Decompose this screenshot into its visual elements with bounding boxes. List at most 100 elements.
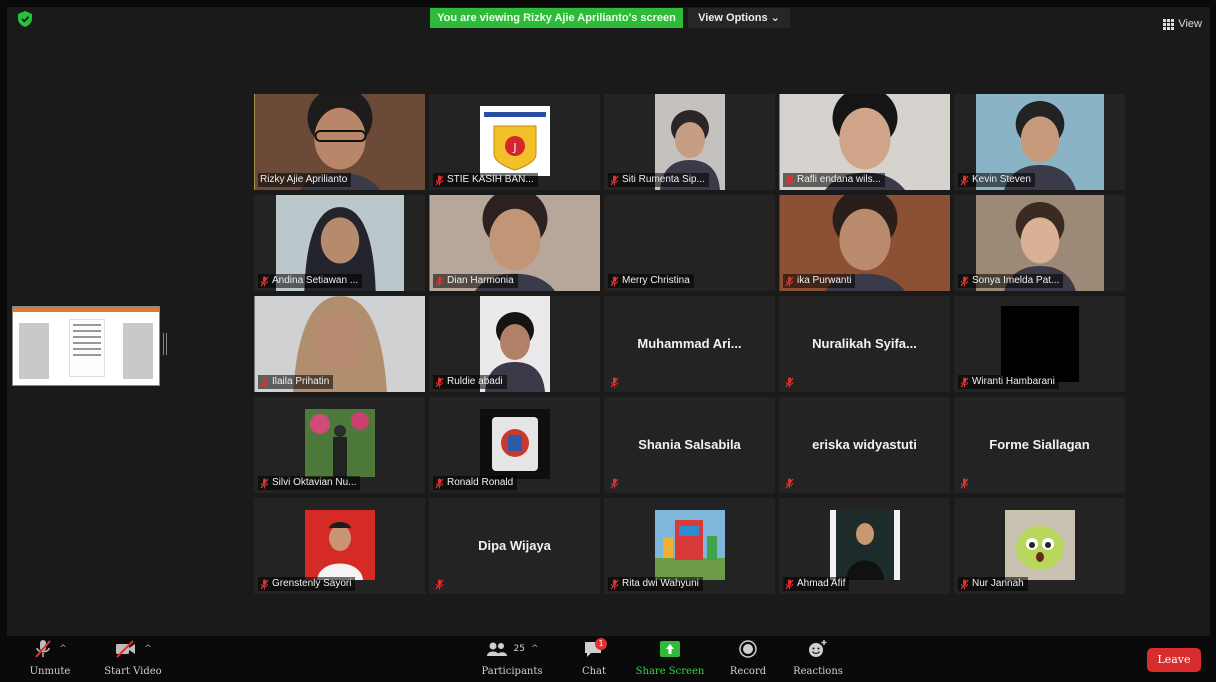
participant-tile[interactable]: Silvi Oktavian Nu... [254,397,425,493]
participant-tile[interactable]: Andina Setiawan ... [254,195,425,291]
share-screen-button[interactable]: Share Screen [634,636,706,682]
participant-tile[interactable]: Grenstenly Sayori [254,498,425,594]
participant-name-label [783,476,798,490]
muted-mic-icon [960,175,969,186]
participant-name: STIE KASIH BAN... [447,174,534,185]
participant-name-label: Wiranti Hambarani [958,375,1059,389]
participants-button[interactable]: 25 ^ Participants [470,636,554,682]
panel-resize-handle[interactable] [163,333,167,355]
participant-tile[interactable]: Forme Siallagan [954,397,1125,493]
microphone-muted-icon [35,640,51,658]
participant-tile[interactable]: Merry Christina [604,195,775,291]
participant-name-label: Rita dwi Wahyuni [608,577,703,591]
chat-button[interactable]: 1 Chat [574,636,614,682]
participant-tile[interactable]: Ruldie abadi [429,296,600,392]
chevron-down-icon: ⌄ [770,12,780,24]
participant-tile[interactable]: Ilaila Prihatin [254,296,425,392]
start-video-label: Start Video [104,666,162,677]
participant-tile[interactable]: Sonya Imelda Pat... [954,195,1125,291]
muted-mic-icon [435,579,444,590]
participant-name: Merry Christina [622,275,690,286]
participant-display-name: Forme Siallagan [989,437,1090,452]
muted-mic-icon [785,478,794,489]
participant-display-name: Dipa Wijaya [478,538,551,553]
participant-tile[interactable]: Dian Harmonia [429,195,600,291]
participant-tile[interactable]: Nuralikah Syifa... [779,296,950,392]
participant-name-label: Sonya Imelda Pat... [958,274,1064,288]
participant-name: Sonya Imelda Pat... [972,275,1060,286]
participant-name: Rizky Ajie Aprilianto [260,174,348,185]
participant-tile[interactable]: Siti Rumenta Sip... [604,94,775,190]
participant-tile[interactable]: Rizky Ajie Aprilianto [254,94,425,190]
participant-name-label: Silvi Oktavian Nu... [258,476,361,490]
participant-name-label: Rizky Ajie Aprilianto [258,173,352,187]
participant-name-label: Merry Christina [608,274,694,288]
chevron-up-icon[interactable]: ^ [531,644,539,654]
participant-name: Siti Rumenta Sip... [622,174,705,185]
participant-name: Dian Harmonia [447,275,514,286]
participant-tile[interactable]: Kevin Steven [954,94,1125,190]
participant-tile[interactable]: Dipa Wijaya [429,498,600,594]
meeting-toolbar: ^ Unmute ^ Start Video 25 ^ Participants [0,636,1216,682]
participant-tile[interactable]: Rita dwi Wahyuni [604,498,775,594]
participant-name: Rafli endana wils... [797,174,881,185]
participant-display-name: Shania Salsabila [638,437,741,452]
participant-name: Wiranti Hambarani [972,376,1055,387]
participant-name-label: Ilaila Prihatin [258,375,334,389]
record-icon [739,640,757,658]
muted-mic-icon [435,276,444,287]
participant-video [304,409,375,477]
muted-mic-icon [610,377,619,388]
view-options-label: View Options [698,12,768,24]
leave-button[interactable]: Leave [1147,648,1201,672]
share-screen-icon [660,641,680,657]
participant-tile[interactable]: Muhammad Ari... [604,296,775,392]
participant-tile[interactable]: Rafli endana wils... [779,94,950,190]
muted-mic-icon [785,276,794,287]
view-button[interactable]: View [1163,18,1202,30]
chat-notification-badge: 1 [595,638,607,650]
reactions-button[interactable]: Reactions [790,636,846,682]
view-options-dropdown[interactable]: View Options ⌄ [688,8,790,28]
participant-video: J [479,106,550,176]
chat-label: Chat [581,666,607,677]
participant-tile[interactable]: Ronald Ronald [429,397,600,493]
participant-video [304,510,375,580]
participant-name: Ahmad Afif [797,578,846,589]
muted-mic-icon [960,377,969,388]
participant-name-label: Dian Harmonia [433,274,518,288]
muted-mic-icon [610,175,619,186]
unmute-label: Unmute [29,666,71,677]
participant-tile[interactable]: J STIE KASIH BAN... [429,94,600,190]
chevron-up-icon[interactable]: ^ [59,644,67,654]
muted-mic-icon [960,579,969,590]
participant-video [1004,510,1075,580]
participant-name-label: Siti Rumenta Sip... [608,173,709,187]
participant-tile[interactable]: ika Purwanti [779,195,950,291]
participant-name-label [783,375,798,389]
start-video-button[interactable]: ^ Start Video [100,636,166,682]
muted-mic-icon [785,175,794,186]
participant-name-label: Rafli endana wils... [783,173,885,187]
encryption-shield-icon[interactable] [18,11,32,27]
participant-tile[interactable]: Wiranti Hambarani [954,296,1125,392]
participant-display-name: Nuralikah Syifa... [812,336,917,351]
record-button[interactable]: Record [726,636,770,682]
participant-name-label: Kevin Steven [958,173,1035,187]
participant-tile[interactable]: Nur Jannah [954,498,1125,594]
shared-screen-thumbnail[interactable] [12,306,160,386]
participant-tile[interactable]: Ahmad Afif [779,498,950,594]
chevron-up-icon[interactable]: ^ [144,644,152,654]
participant-tile[interactable]: Shania Salsabila [604,397,775,493]
muted-mic-icon [960,276,969,287]
participant-name: Grenstenly Sayori [272,578,352,589]
record-label: Record [729,666,767,677]
participant-name: Ruldie abadi [447,376,503,387]
participant-name: Silvi Oktavian Nu... [272,477,357,488]
participant-name-label [958,476,973,490]
unmute-button[interactable]: ^ Unmute [22,636,78,682]
muted-mic-icon [260,478,269,489]
muted-mic-icon [610,579,619,590]
participant-tile[interactable]: eriska widyastuti [779,397,950,493]
svg-text:J: J [512,141,516,154]
